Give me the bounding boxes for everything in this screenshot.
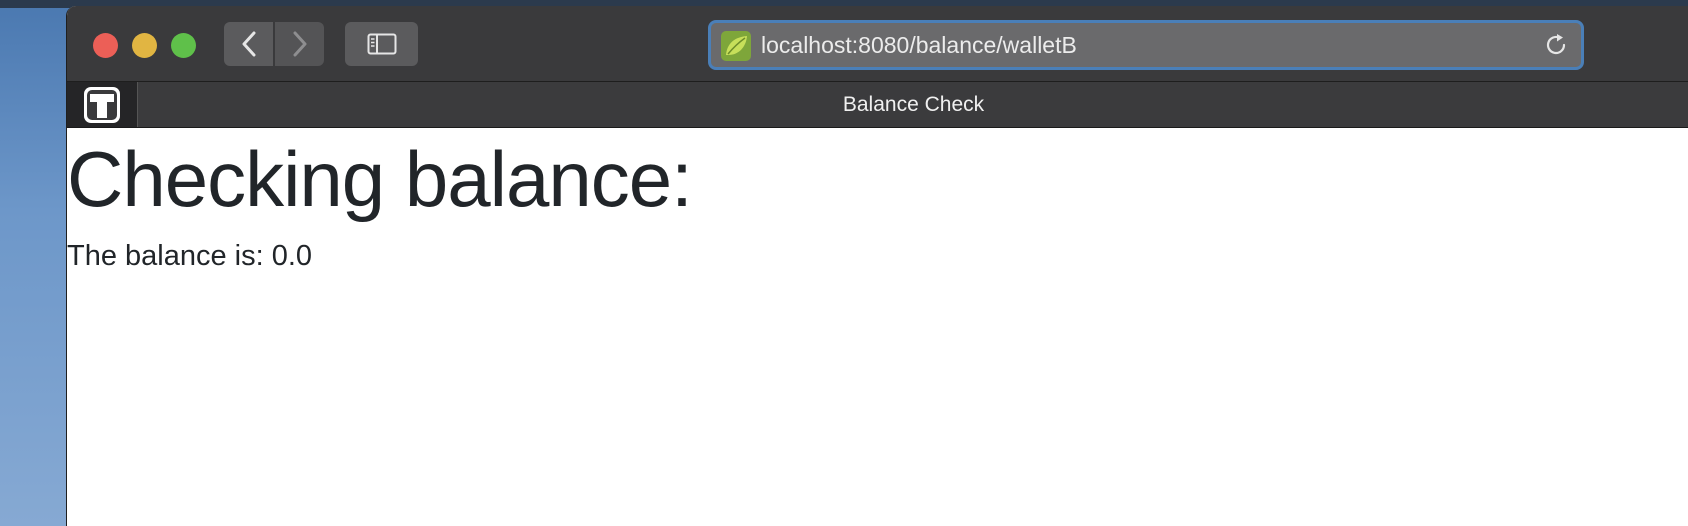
url-text[interactable]: localhost:8080/balance/walletB	[761, 23, 1077, 67]
chevron-left-icon	[242, 31, 255, 57]
minimize-window-button[interactable]	[132, 33, 157, 58]
page-content: Checking balance: The balance is: 0.0	[67, 128, 1688, 526]
back-button[interactable]	[224, 22, 273, 66]
page-title: Checking balance:	[67, 135, 693, 223]
maximize-window-button[interactable]	[171, 33, 196, 58]
browser-window: localhost:8080/balance/walletB Balance C…	[66, 6, 1688, 526]
close-window-button[interactable]	[93, 33, 118, 58]
sidebar-icon	[367, 33, 396, 55]
forward-button[interactable]	[275, 22, 324, 66]
browser-toolbar: localhost:8080/balance/walletB	[67, 6, 1688, 82]
sidebar-toggle-button[interactable]	[345, 22, 418, 66]
spring-leaf-icon	[721, 31, 751, 61]
address-bar[interactable]: localhost:8080/balance/walletB	[708, 20, 1584, 70]
chevron-right-icon	[293, 31, 306, 57]
tab-bar: Balance Check	[67, 82, 1688, 128]
tab-balance-check[interactable]: Balance Check	[138, 82, 1688, 127]
balance-text: The balance is: 0.0	[67, 240, 313, 272]
t-logo-icon	[84, 86, 120, 123]
pinned-tab[interactable]	[67, 82, 138, 127]
reload-icon[interactable]	[1543, 32, 1569, 58]
